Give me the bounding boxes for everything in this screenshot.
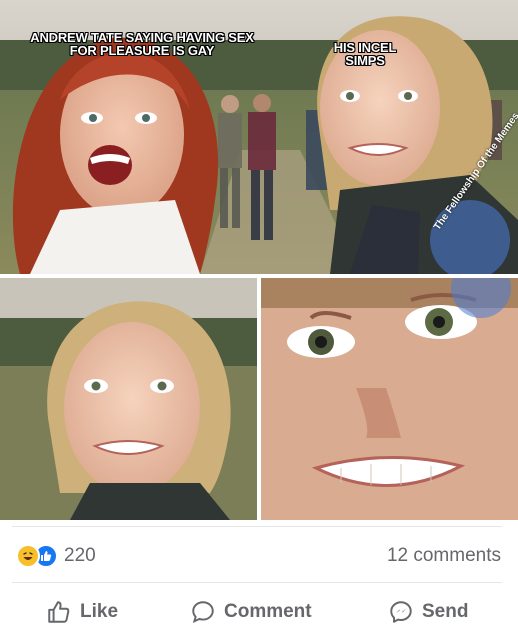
comments-count-link[interactable]: 12 comments: [387, 545, 501, 567]
meme-panel-bottom-right: [261, 278, 518, 520]
meme-image[interactable]: ANDREW TATE SAYING HAVING SEX FOR PLEASU…: [0, 0, 518, 520]
comment-icon: [192, 601, 214, 623]
like-button[interactable]: Like: [46, 592, 118, 632]
divider: [12, 582, 502, 583]
haha-icon: [16, 544, 40, 568]
reaction-count: 220: [64, 545, 96, 566]
meme-caption-left: ANDREW TATE SAYING HAVING SEX FOR PLEASU…: [30, 30, 254, 58]
divider: [12, 526, 502, 527]
send-label: Send: [422, 601, 469, 622]
reactions-summary[interactable]: 220: [16, 543, 96, 569]
post-actions-bar: Like Comment Send: [0, 592, 518, 632]
like-label: Like: [80, 601, 119, 622]
send-button[interactable]: Send: [388, 592, 468, 632]
thumbs-up-icon: [48, 601, 70, 623]
meme-panel-bottom-left: [0, 278, 257, 520]
messenger-icon: [390, 601, 412, 623]
meme-caption-right: HIS INCEL SIMPS: [333, 40, 397, 68]
comment-label: Comment: [224, 601, 312, 622]
comment-button[interactable]: Comment: [190, 592, 312, 632]
